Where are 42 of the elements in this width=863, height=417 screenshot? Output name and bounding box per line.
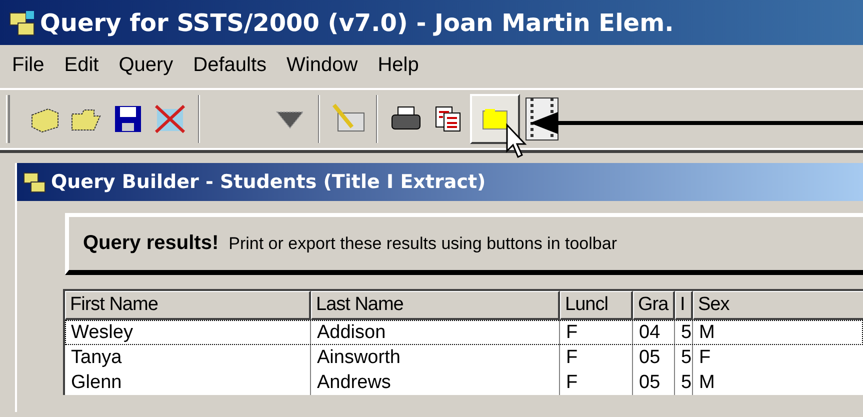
app-icon (8, 8, 36, 36)
window-title: Query for SSTS/2000 (v7.0) - Joan Martin Elem. (40, 8, 674, 36)
table-cell: F (560, 345, 633, 370)
folder-icon (481, 107, 509, 131)
column-header[interactable]: First Name (65, 291, 311, 320)
app-icon (23, 170, 47, 194)
banner-text: Print or export these results using buttons in toolbar (228, 234, 617, 254)
table-cell: 5 (675, 320, 693, 345)
table-cell: 04 (633, 320, 675, 345)
menu-item[interactable]: Query (110, 54, 182, 76)
menu-item[interactable]: Help (370, 54, 427, 76)
table-cell: 5 (675, 345, 693, 370)
menu-item[interactable]: Defaults (185, 54, 275, 76)
table-cell: 05 (633, 370, 675, 395)
child-window-title: Query Builder - Students (Title I Extract) (51, 171, 486, 193)
column-header[interactable]: Sex (693, 291, 863, 320)
table-cell: M (693, 370, 863, 395)
table-cell: F (560, 370, 633, 395)
table-cell: F (693, 345, 863, 370)
table-cell: M (693, 320, 863, 345)
banner-heading: Query results! (83, 232, 219, 255)
table-cell: Andrews (311, 370, 560, 395)
column-header[interactable]: Last Name (311, 291, 560, 320)
menu-item[interactable]: Edit (56, 54, 107, 76)
menu-item[interactable]: File (4, 54, 52, 76)
table-row[interactable]: Tanya Ainsworth F 05 5 F (65, 345, 863, 370)
table-cell: Ainsworth (311, 345, 560, 370)
table-cell: 5 (675, 370, 693, 395)
menu-item[interactable]: Window (278, 54, 366, 76)
table-cell: Wesley (65, 320, 311, 345)
table-cell: Tanya (65, 345, 311, 370)
table-cell: 05 (633, 345, 675, 370)
column-header[interactable]: Gra (633, 291, 675, 320)
table-row[interactable]: Wesley Addison F 04 5 M (65, 320, 863, 345)
table-cell: Glenn (65, 370, 311, 395)
table-row[interactable]: Glenn Andrews F 05 5 M (65, 370, 863, 395)
column-header[interactable]: Luncl (560, 291, 633, 320)
column-header[interactable]: I (675, 291, 693, 320)
columns-icon (434, 105, 462, 133)
crossed-out-icon (154, 104, 186, 134)
table-cell: Addison (311, 320, 560, 345)
table-cell: F (560, 320, 633, 345)
